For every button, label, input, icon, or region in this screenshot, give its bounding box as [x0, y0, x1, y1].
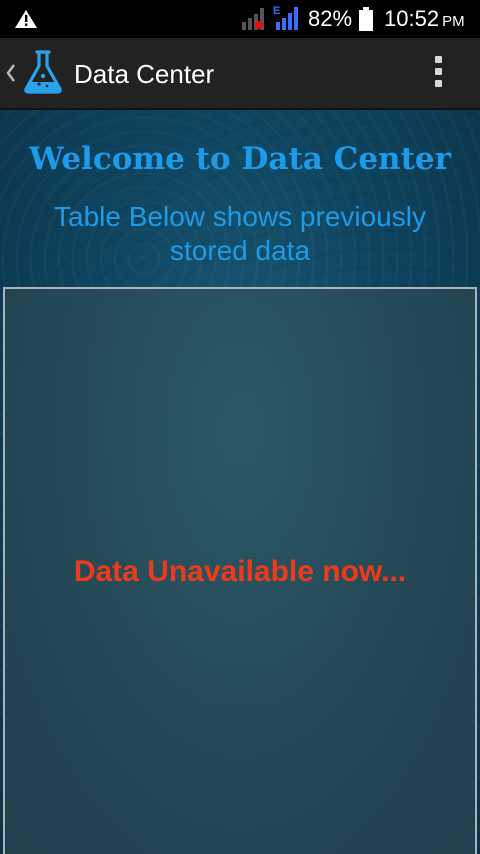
action-bar: Data Center [0, 38, 480, 110]
up-chevron-icon[interactable] [5, 62, 17, 84]
main-content: Welcome to Data Center Table Below shows… [0, 110, 480, 854]
screen: E 82% 10:52 PM Data Center Welcome to Da… [0, 0, 480, 854]
subtitle: Table Below shows previously stored data [54, 201, 426, 266]
app-title: Data Center [74, 59, 215, 89]
clock-time: 10:52 [384, 6, 440, 31]
svg-text:E: E [273, 5, 280, 17]
signal-sim2-icon: E [273, 5, 298, 30]
warning-icon [15, 10, 37, 28]
welcome-title: Welcome to Data Center [29, 141, 451, 177]
lab-flask-icon[interactable] [22, 49, 64, 95]
clock-ampm: PM [442, 13, 465, 30]
overflow-dot [434, 56, 442, 63]
status-bar: E 82% 10:52 PM [0, 0, 480, 38]
data-table-panel[interactable]: Data Unavailable now... [3, 287, 477, 854]
battery-percent: 82% [308, 6, 353, 31]
overflow-dot [434, 80, 442, 87]
battery-icon [359, 7, 373, 31]
clock: 10:52 PM [384, 6, 465, 35]
signal-sim1-icon [242, 8, 264, 30]
empty-state-message: Data Unavailable now... [73, 555, 407, 588]
overflow-menu-icon[interactable] [426, 56, 450, 92]
overflow-dot [434, 68, 442, 75]
